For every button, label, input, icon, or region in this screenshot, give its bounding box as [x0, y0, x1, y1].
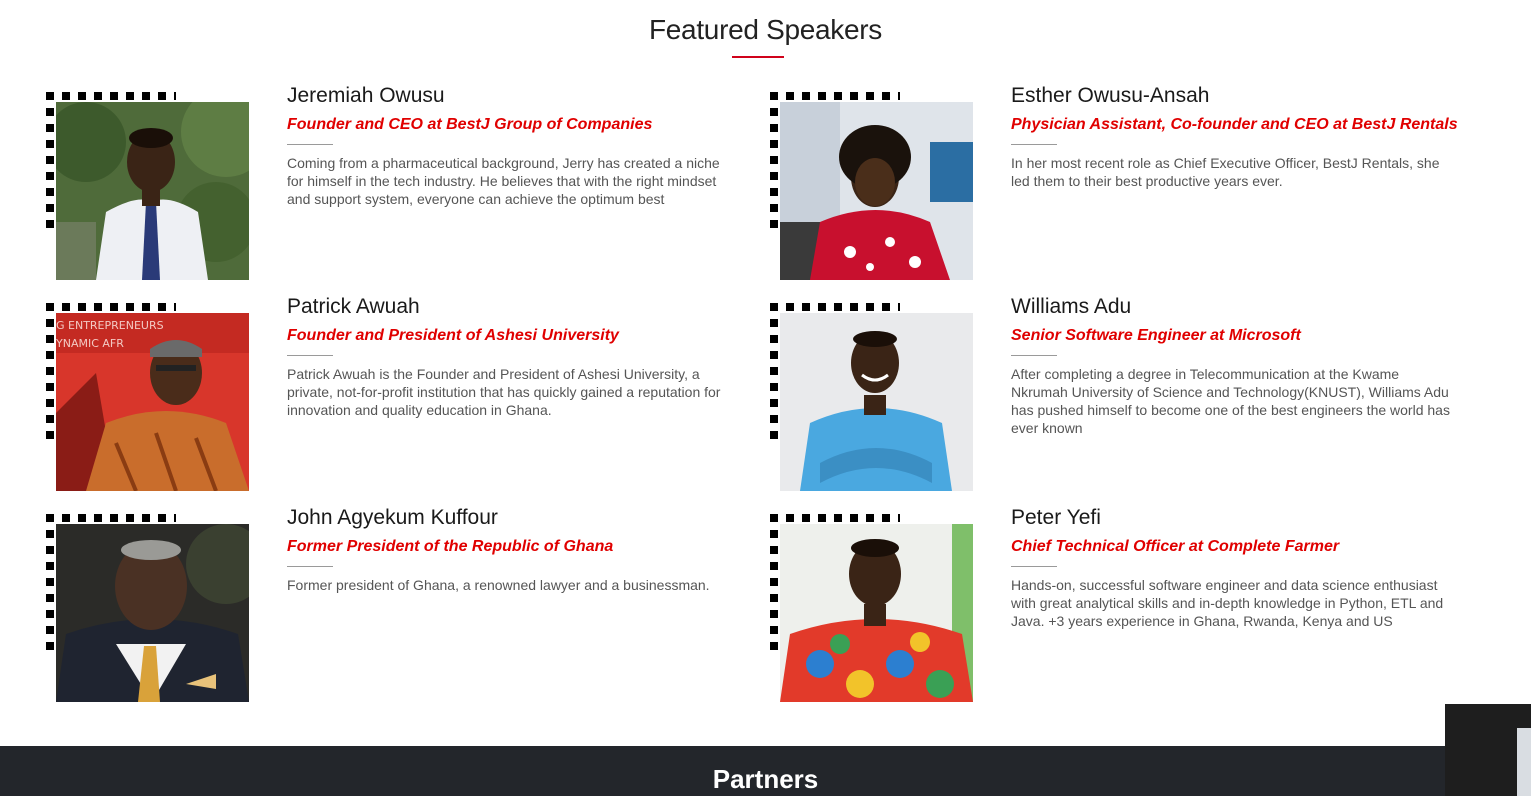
- speaker-photo: [780, 102, 973, 280]
- banner-text-line2: YNAMIC AFR: [56, 337, 124, 350]
- speaker-name: Jeremiah Owusu: [287, 84, 445, 107]
- role-divider: [1011, 566, 1057, 567]
- speaker-name: Esther Owusu-Ansah: [1011, 84, 1210, 107]
- role-divider: [287, 355, 333, 356]
- speaker-card: John Agyekum Kuffour Former President of…: [46, 506, 746, 714]
- dotted-frame-left: [46, 303, 54, 443]
- speaker-photo: G ENTREPRENEURS YNAMIC AFR: [56, 313, 249, 491]
- speaker-card: Williams Adu Senior Software Engineer at…: [770, 295, 1470, 503]
- dotted-frame-left: [770, 303, 778, 443]
- speaker-role: Founder and CEO at BestJ Group of Compan…: [287, 116, 653, 133]
- dotted-frame-left: [770, 514, 778, 654]
- speaker-photo-frame: [770, 514, 976, 706]
- speaker-bio: Former president of Ghana, a renowned la…: [287, 577, 710, 593]
- dotted-frame-left: [46, 514, 54, 654]
- partners-title: Partners: [712, 764, 819, 794]
- speaker-bio: After completing a degree in Telecommuni…: [1011, 366, 1450, 436]
- corner-overlay-panel: [1517, 728, 1531, 796]
- partners-section: Partners: [0, 746, 1531, 796]
- role-divider: [287, 144, 333, 145]
- role-divider: [1011, 144, 1057, 145]
- dotted-frame-top: [46, 303, 176, 311]
- dotted-frame-top: [770, 92, 900, 100]
- speaker-photo: [780, 313, 973, 491]
- speaker-photo: [56, 102, 249, 280]
- speaker-bio: Hands-on, successful software engineer a…: [1011, 577, 1444, 629]
- speaker-name: Peter Yefi: [1011, 506, 1101, 529]
- dotted-frame-top: [770, 514, 900, 522]
- speaker-name: John Agyekum Kuffour: [287, 506, 498, 529]
- section-title: Featured Speakers: [648, 14, 883, 45]
- dotted-frame-left: [46, 92, 54, 232]
- role-divider: [1011, 355, 1057, 356]
- speaker-name: Patrick Awuah: [287, 295, 420, 318]
- dotted-frame-top: [46, 92, 176, 100]
- speaker-photo-frame: G ENTREPRENEURS YNAMIC AFR: [46, 303, 252, 495]
- speaker-photo-frame: [770, 92, 976, 284]
- banner-text-line1: G ENTREPRENEURS: [56, 319, 164, 332]
- speaker-card: Peter Yefi Chief Technical Officer at Co…: [770, 506, 1470, 714]
- speaker-card: Jeremiah Owusu Founder and CEO at BestJ …: [46, 84, 746, 292]
- speaker-photo-frame: [770, 303, 976, 495]
- speaker-role: Former President of the Republic of Ghan…: [287, 538, 614, 555]
- speaker-photo-frame: [46, 514, 252, 706]
- speaker-role: Chief Technical Officer at Complete Farm…: [1011, 538, 1340, 555]
- speaker-card: Esther Owusu-Ansah Physician Assistant, …: [770, 84, 1470, 292]
- speaker-name: Williams Adu: [1011, 295, 1132, 318]
- speaker-photo: [780, 524, 973, 702]
- speaker-bio: In her most recent role as Chief Executi…: [1011, 155, 1440, 189]
- speaker-photo-frame: [46, 92, 252, 284]
- corner-overlay-widget[interactable]: [1445, 704, 1531, 796]
- featured-speakers-page: Featured Speakers Jeremiah Owusu Founder…: [0, 0, 1531, 796]
- title-underline: [732, 56, 784, 58]
- speaker-bio: Coming from a pharmaceutical background,…: [287, 155, 720, 207]
- dotted-frame-left: [770, 92, 778, 232]
- speaker-role: Founder and President of Ashesi Universi…: [287, 327, 619, 344]
- speaker-card: G ENTREPRENEURS YNAMIC AFR Patrick Awuah…: [46, 295, 746, 503]
- speaker-role: Physician Assistant, Co-founder and CEO …: [1011, 116, 1458, 133]
- speaker-photo: [56, 524, 249, 702]
- dotted-frame-top: [770, 303, 900, 311]
- dotted-frame-top: [46, 514, 176, 522]
- role-divider: [287, 566, 333, 567]
- speaker-bio: Patrick Awuah is the Founder and Preside…: [287, 366, 721, 418]
- speaker-role: Senior Software Engineer at Microsoft: [1011, 327, 1301, 344]
